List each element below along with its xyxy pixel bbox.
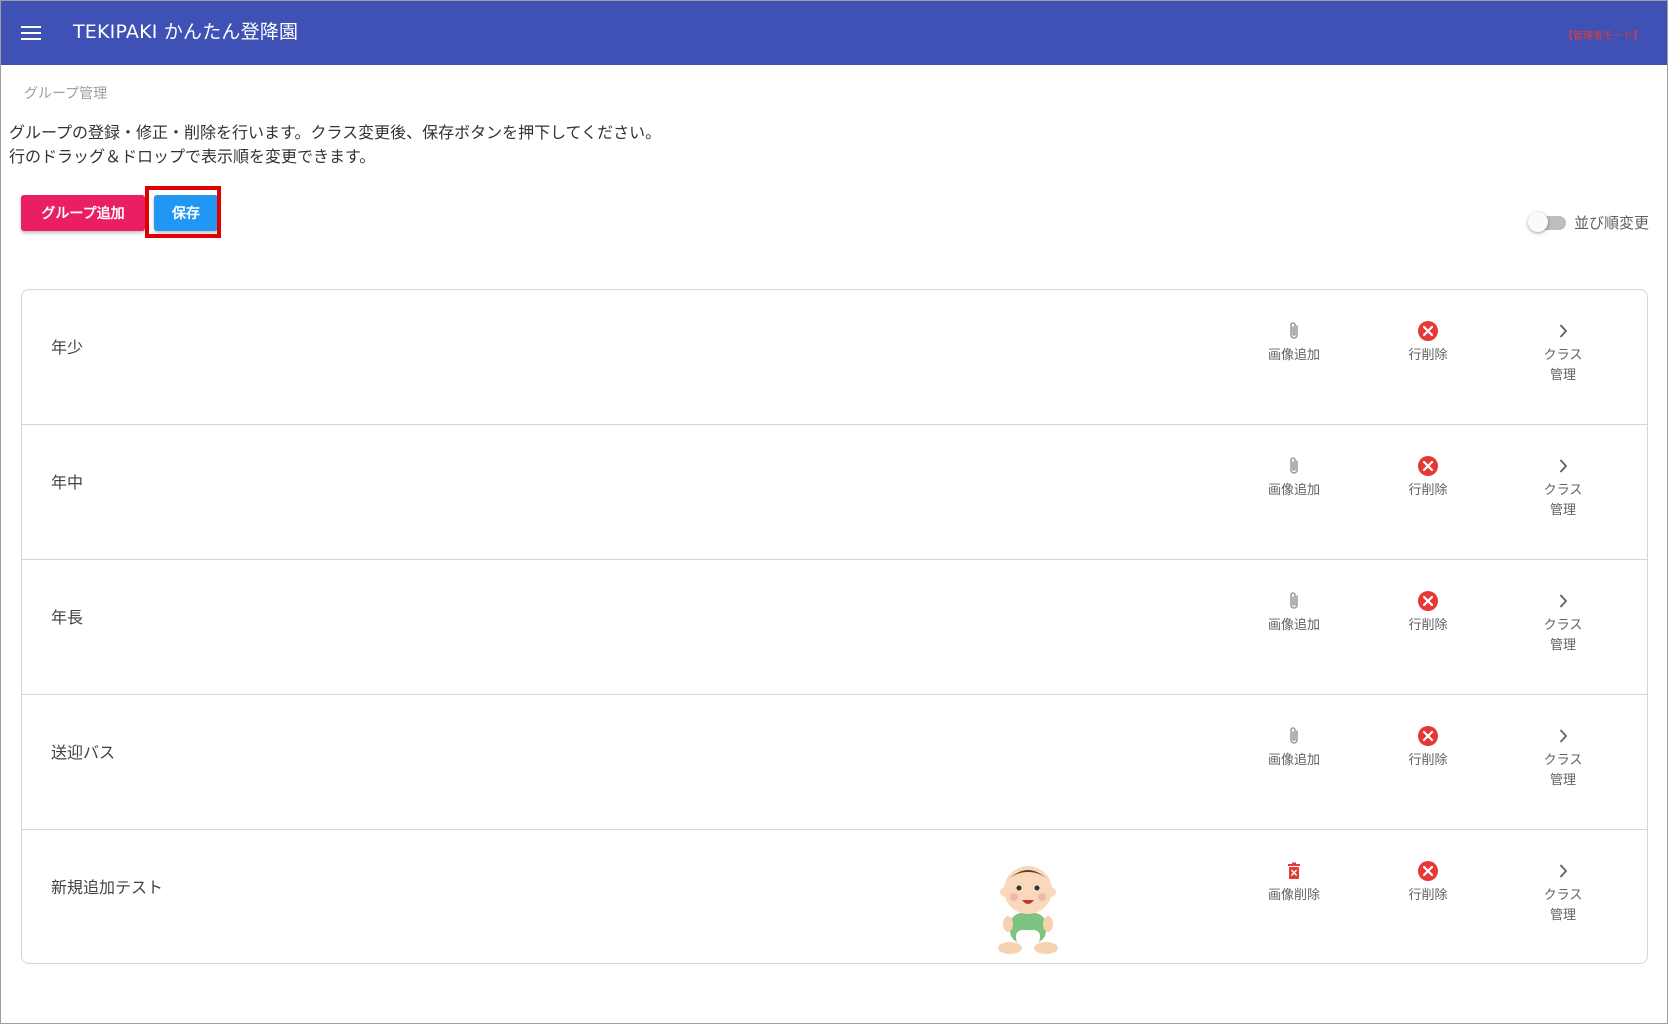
chevron-right-icon — [1552, 860, 1574, 882]
group-row[interactable]: 年長 画像追加 行削除 クラス 管理 — [22, 560, 1647, 695]
paperclip-icon — [1283, 725, 1305, 747]
delete-row-label: 行削除 — [1408, 888, 1448, 903]
group-row[interactable]: 年少 画像追加 行削除 クラス 管理 — [22, 290, 1647, 425]
class-management-label-1: クラス — [1543, 618, 1583, 633]
class-management-label-1: クラス — [1543, 348, 1583, 363]
add-image-button[interactable]: 画像追加 — [1254, 725, 1334, 771]
group-list: 年少 画像追加 行削除 クラス 管理 年中 画像追加 行削除 クラス 管理 年長… — [21, 289, 1648, 964]
delete-row-button[interactable]: 行削除 — [1388, 725, 1468, 771]
add-group-button[interactable]: グループ追加 — [21, 195, 145, 231]
delete-row-label: 行削除 — [1408, 618, 1448, 633]
app-bar: TEKIPAKI かんたん登降園 【管理者モード】 — [1, 1, 1667, 65]
delete-row-label: 行削除 — [1408, 348, 1448, 363]
group-row[interactable]: 年中 画像追加 行削除 クラス 管理 — [22, 425, 1647, 560]
add-image-button[interactable]: 画像追加 — [1254, 590, 1334, 636]
description-line-1: グループの登録・修正・削除を行います。クラス変更後、保存ボタンを押下してください… — [9, 123, 662, 142]
class-management-button[interactable]: クラス 管理 — [1523, 455, 1603, 521]
group-row[interactable]: 送迎バス 画像追加 行削除 クラス 管理 — [22, 695, 1647, 830]
class-management-label-2: 管理 — [1549, 503, 1576, 518]
group-name: 年長 — [51, 608, 84, 627]
group-name: 年中 — [51, 473, 84, 492]
sort-order-toggle[interactable]: 並び順変更 — [1528, 210, 1656, 234]
class-management-button[interactable]: クラス 管理 — [1523, 725, 1603, 791]
cancel-circle-icon — [1417, 860, 1439, 882]
app-title: TEKIPAKI かんたん登降園 — [73, 21, 299, 43]
trash-icon — [1283, 860, 1305, 882]
chevron-right-icon — [1552, 455, 1574, 477]
save-button[interactable]: 保存 — [154, 195, 218, 231]
delete-row-button[interactable]: 行削除 — [1388, 590, 1468, 636]
breadcrumb: グループ管理 — [24, 86, 108, 102]
paperclip-icon — [1283, 320, 1305, 342]
chevron-right-icon — [1552, 725, 1574, 747]
delete-row-button[interactable]: 行削除 — [1388, 455, 1468, 501]
chevron-right-icon — [1552, 590, 1574, 612]
class-management-label-2: 管理 — [1549, 638, 1576, 653]
cancel-circle-icon — [1417, 455, 1439, 477]
class-management-label-1: クラス — [1543, 483, 1583, 498]
class-management-label-2: 管理 — [1549, 908, 1576, 923]
delete-row-button[interactable]: 行削除 — [1388, 860, 1468, 906]
page-description: グループの登録・修正・削除を行います。クラス変更後、保存ボタンを押下してください… — [9, 121, 661, 169]
chevron-right-icon — [1552, 320, 1574, 342]
delete-row-label: 行削除 — [1408, 753, 1448, 768]
add-image-button[interactable]: 画像追加 — [1254, 455, 1334, 501]
paperclip-icon — [1283, 455, 1305, 477]
add-image-button[interactable]: 画像追加 — [1254, 320, 1334, 366]
cancel-circle-icon — [1417, 725, 1439, 747]
class-management-button[interactable]: クラス 管理 — [1523, 860, 1603, 926]
group-name: 送迎バス — [51, 743, 116, 762]
toggle-thumb[interactable] — [1528, 212, 1548, 232]
cancel-circle-icon — [1417, 590, 1439, 612]
group-name: 年少 — [51, 338, 84, 357]
sort-order-label: 並び順変更 — [1574, 214, 1650, 232]
description-line-2: 行のドラッグ＆ドロップで表示順を変更できます。 — [9, 147, 376, 166]
admin-mode-label: 【管理者モード】 — [1563, 31, 1643, 42]
class-management-label-2: 管理 — [1549, 368, 1576, 383]
image-action-label: 画像削除 — [1267, 888, 1320, 903]
delete-row-button[interactable]: 行削除 — [1388, 320, 1468, 366]
hamburger-menu-icon[interactable] — [21, 25, 41, 41]
cancel-circle-icon — [1417, 320, 1439, 342]
delete-image-button[interactable]: 画像削除 — [1254, 860, 1334, 906]
image-action-label: 画像追加 — [1267, 483, 1320, 498]
class-management-button[interactable]: クラス 管理 — [1523, 590, 1603, 656]
class-management-label-1: クラス — [1543, 888, 1583, 903]
class-management-button[interactable]: クラス 管理 — [1523, 320, 1603, 386]
delete-row-label: 行削除 — [1408, 483, 1448, 498]
class-management-label-1: クラス — [1543, 753, 1583, 768]
image-action-label: 画像追加 — [1267, 618, 1320, 633]
paperclip-icon — [1283, 590, 1305, 612]
group-image-thumbnail — [988, 858, 1068, 958]
class-management-label-2: 管理 — [1549, 773, 1576, 788]
group-row[interactable]: 新規追加テスト 画像削除 行削除 クラス 管理 — [22, 830, 1647, 965]
image-action-label: 画像追加 — [1267, 348, 1320, 363]
image-action-label: 画像追加 — [1267, 753, 1320, 768]
group-name: 新規追加テスト — [51, 878, 164, 897]
